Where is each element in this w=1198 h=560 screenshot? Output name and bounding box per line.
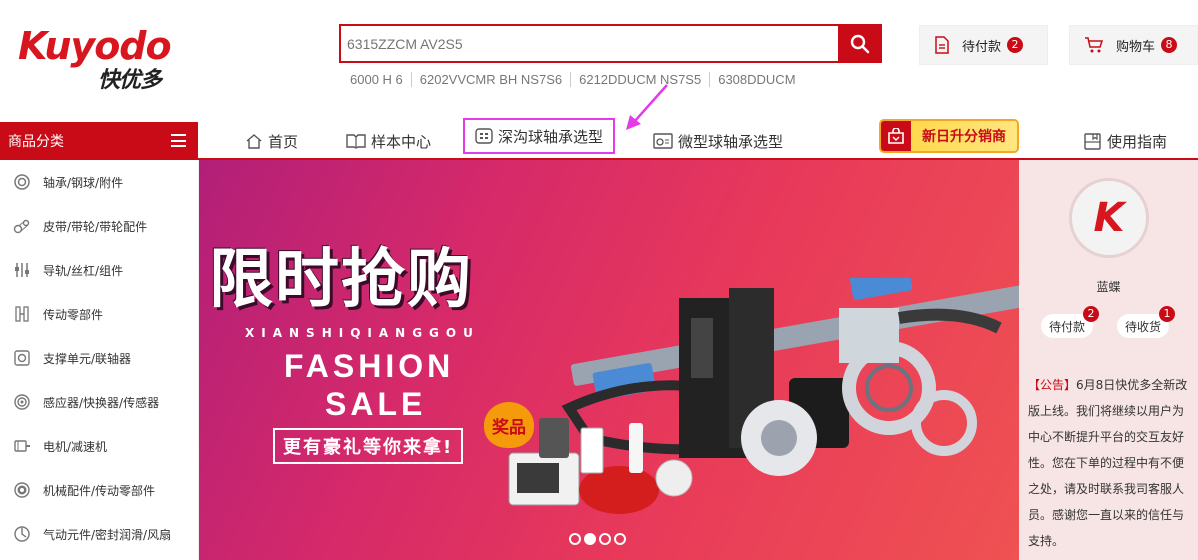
- hot-word[interactable]: 6000 H 6: [350, 72, 411, 87]
- category-item[interactable]: 电机/减速机: [0, 424, 198, 468]
- cart-badge: 8: [1161, 37, 1178, 53]
- search-button[interactable]: [838, 24, 882, 63]
- promo-label: 新日升分销商: [911, 121, 1017, 151]
- category-header[interactable]: 商品分类: [0, 122, 198, 160]
- category-item[interactable]: 支撑单元/联轴器: [0, 336, 198, 380]
- banner-fashion: FASHION: [284, 348, 455, 384]
- category-header-label: 商品分类: [8, 134, 64, 150]
- category-item[interactable]: 皮带/带轮/带轮配件: [0, 204, 198, 248]
- notice-text: 【公告】6月8日快优多全新改版上线。我们将继续以用户为中心不断提升平台的交互友好…: [1028, 372, 1192, 554]
- rail-icon: [12, 260, 32, 280]
- prize-badge: 奖品: [484, 402, 534, 448]
- bearing-icon: [653, 133, 673, 149]
- promo-distributor-button[interactable]: 新日升分销商: [879, 119, 1019, 153]
- document-icon: [935, 36, 949, 54]
- support-icon: [12, 348, 32, 368]
- banner-gift-text: 更有豪礼等你来拿!: [273, 428, 464, 464]
- carousel-dot[interactable]: [599, 533, 611, 545]
- pending-pay-label: 待付款: [962, 39, 1002, 55]
- nav-deep-groove-label: 深沟球轴承选型: [498, 127, 604, 146]
- user-pending-receive-badge: 1: [1159, 306, 1176, 322]
- category-label: 感应器/快换器/传感器: [43, 395, 160, 410]
- search-input[interactable]: [341, 26, 838, 61]
- carousel-dot[interactable]: [614, 533, 626, 545]
- nav-guide-label: 使用指南: [1107, 132, 1168, 151]
- nav-home-label: 首页: [268, 132, 299, 151]
- hot-word[interactable]: 6202VVCMR BH NS7S6: [410, 72, 570, 87]
- carousel-dot-active[interactable]: [584, 533, 596, 545]
- belt-icon: [12, 216, 32, 236]
- hot-word[interactable]: 6308DDUCM: [709, 72, 803, 87]
- sensor-icon: [12, 392, 32, 412]
- banner-products-image: [508, 278, 1019, 514]
- nav-samples-label: 样本中心: [371, 132, 432, 151]
- category-item[interactable]: 气动元件/密封润滑/风扇: [0, 512, 198, 556]
- carousel-dots: [569, 533, 629, 545]
- category-label: 轴承/钢球/附件: [43, 175, 124, 190]
- pneumatic-icon: [12, 524, 32, 544]
- avatar-letter: K: [1093, 195, 1125, 241]
- category-item[interactable]: 传动零部件: [0, 292, 198, 336]
- search-icon: [850, 34, 870, 53]
- mech-icon: [12, 480, 32, 500]
- main-nav: 商品分类 首页 样本中心 深沟球轴承选型 微型球轴承选型 新日升分销商 使用指南: [0, 118, 1198, 160]
- user-pending-receive-label: 待收货: [1125, 319, 1162, 334]
- user-pending-pay-badge: 2: [1083, 306, 1100, 322]
- category-item[interactable]: 导轨/丝杠/组件: [0, 248, 198, 292]
- logo-cn: 快优多: [98, 68, 162, 93]
- user-pending-pay-button[interactable]: 待付款 2: [1041, 306, 1100, 338]
- user-panel: K 蓝蝶 待付款 2 待收货 1 【公告】6月8日快优多全新改版上线。我们将继续…: [1019, 160, 1198, 560]
- banner-pinyin: XIANSHIQIANGGOU: [245, 326, 480, 340]
- avatar[interactable]: K: [1069, 178, 1149, 258]
- site-logo[interactable]: Kuyodo 快优多: [18, 24, 183, 93]
- site-header: Kuyodo 快优多 6000 H 6 6202VVCMR BH NS7S6 6…: [0, 0, 1198, 120]
- grid-icon: [475, 128, 493, 144]
- category-label: 导轨/丝杠/组件: [43, 263, 124, 278]
- category-label: 传动零部件: [43, 307, 104, 322]
- category-item[interactable]: 感应器/快换器/传感器: [0, 380, 198, 424]
- hot-search-words: 6000 H 6 6202VVCMR BH NS7S6 6212DDUCM NS…: [350, 72, 804, 87]
- pending-pay-badge: 2: [1007, 37, 1024, 53]
- banner-title: 限时抢购: [209, 243, 473, 317]
- carousel-dot[interactable]: [569, 533, 581, 545]
- nav-deep-groove[interactable]: 深沟球轴承选型: [463, 118, 616, 154]
- category-sidebar: 轴承/钢球/附件 皮带/带轮/带轮配件 导轨/丝杠/组件 传动零部件 支撑单元/…: [0, 160, 199, 560]
- category-item[interactable]: 机械配件/传动零部件: [0, 468, 198, 512]
- user-pending-receive-button[interactable]: 待收货 1: [1117, 306, 1176, 338]
- nav-guide[interactable]: 使用指南: [1084, 122, 1167, 160]
- motor-icon: [12, 436, 32, 456]
- category-label: 气动元件/密封润滑/风扇: [43, 527, 172, 542]
- cart-icon: [1085, 37, 1104, 53]
- notice-body: 6月8日快优多全新改版上线。我们将继续以用户为中心不断提升平台的交互友好性。您在…: [1028, 378, 1188, 548]
- book-icon: [346, 133, 366, 149]
- bearing-icon: [12, 172, 32, 192]
- cart-label: 购物车: [1116, 39, 1156, 55]
- home-icon: [245, 133, 263, 149]
- category-label: 皮带/带轮/带轮配件: [43, 219, 148, 234]
- coupling-icon: [12, 304, 32, 324]
- cart-button[interactable]: 购物车 8: [1069, 25, 1198, 65]
- bag-icon: [881, 121, 911, 151]
- user-pending-pay-label: 待付款: [1049, 319, 1086, 334]
- nav-home[interactable]: 首页: [245, 122, 298, 160]
- annotation-arrow: [626, 84, 668, 130]
- user-name: 蓝蝶: [1096, 280, 1121, 294]
- guide-icon: [1084, 132, 1102, 150]
- category-label: 支撑单元/联轴器: [43, 351, 132, 366]
- category-label: 电机/减速机: [43, 439, 108, 454]
- nav-micro-bearing-label: 微型球轴承选型: [678, 132, 784, 151]
- category-item[interactable]: 轴承/钢球/附件: [0, 160, 198, 204]
- notice-tag: 【公告】: [1028, 378, 1077, 392]
- category-label: 机械配件/传动零部件: [43, 483, 156, 498]
- search-box: [339, 24, 838, 63]
- pending-pay-button[interactable]: 待付款 2: [919, 25, 1048, 65]
- promo-banner[interactable]: 限时抢购 XIANSHIQIANGGOU FASHION SALE 更有豪礼等你…: [199, 160, 1019, 560]
- menu-icon: [171, 134, 186, 147]
- banner-sale: SALE: [325, 386, 427, 422]
- nav-samples[interactable]: 样本中心: [346, 122, 431, 160]
